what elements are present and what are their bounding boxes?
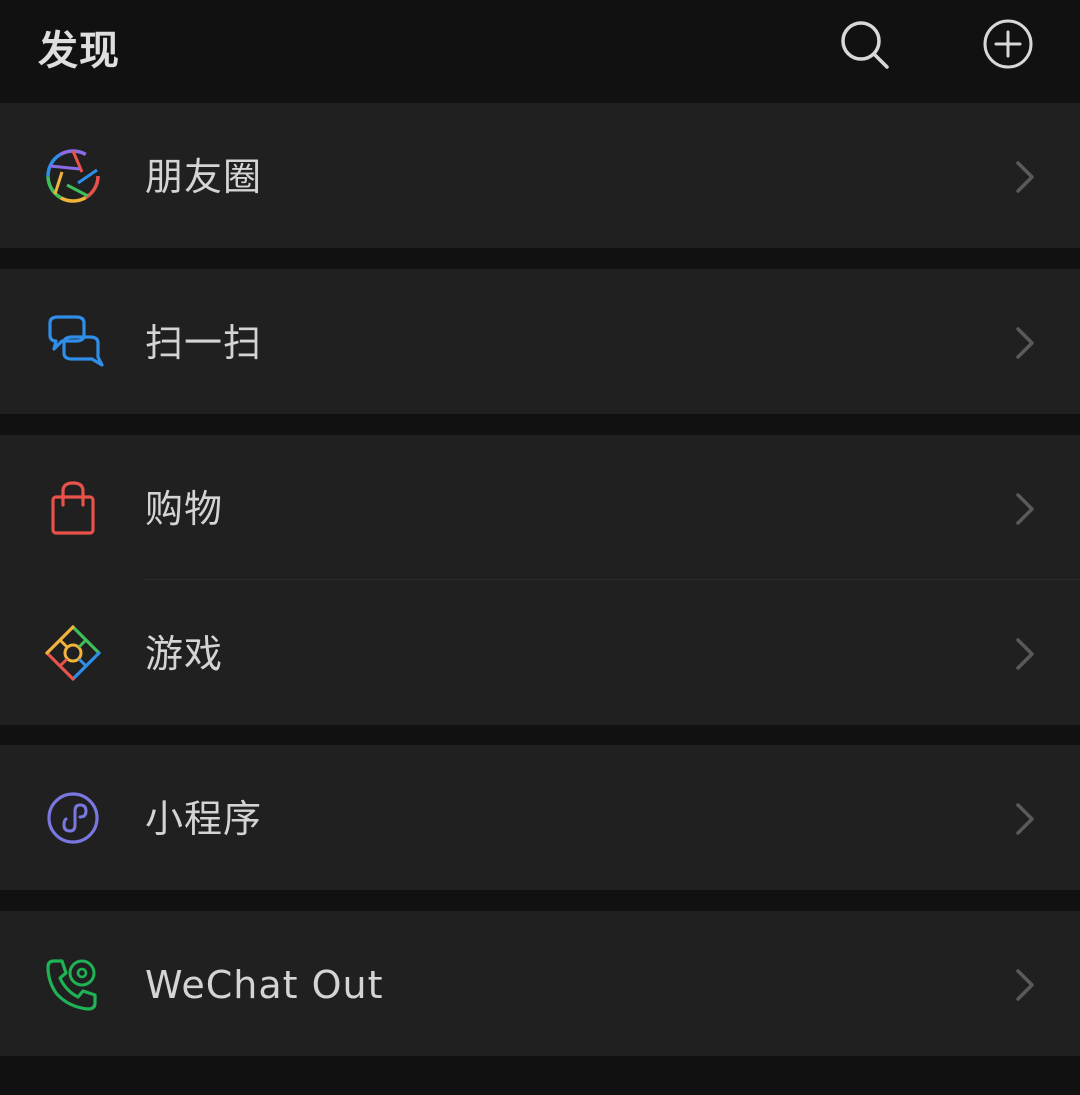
- menu-item-label: 游戏: [145, 632, 224, 676]
- chevron-right-icon: [1016, 493, 1034, 525]
- menu-item-shopping[interactable]: 购物: [0, 435, 1080, 580]
- chevron-right-icon: [1016, 327, 1034, 359]
- menu-item-label: 小程序: [145, 797, 263, 841]
- menu-item-label: 朋友圈: [145, 155, 263, 199]
- top-bar: 发现: [0, 0, 1080, 100]
- add-button[interactable]: [978, 14, 1038, 74]
- search-button[interactable]: [834, 14, 894, 74]
- menu-item-label: 购物: [145, 487, 224, 531]
- menu-item-mini-programs[interactable]: 小程序: [0, 745, 1080, 890]
- wechat-out-icon: [46, 959, 97, 1011]
- search-icon: [841, 21, 889, 69]
- chevron-right-icon: [1016, 969, 1034, 1001]
- chevron-right-icon: [1016, 638, 1034, 670]
- chevron-right-icon: [1016, 803, 1034, 835]
- menu-item-wechat-out[interactable]: WeChat Out: [0, 911, 1080, 1056]
- menu-item-label: 扫一扫: [145, 321, 263, 365]
- add-circle-icon: [983, 19, 1033, 69]
- menu-item-moments[interactable]: 朋友圈: [0, 103, 1080, 248]
- chevron-right-icon: [1016, 161, 1034, 193]
- menu-item-scan[interactable]: 扫一扫: [0, 269, 1080, 414]
- scan-icon: [48, 315, 104, 367]
- page-title: 发现: [38, 28, 120, 74]
- menu-item-games[interactable]: 游戏: [0, 580, 1080, 725]
- mini-programs-icon: [47, 792, 99, 844]
- games-icon: [45, 625, 101, 681]
- shopping-bag-icon: [51, 481, 95, 535]
- menu-item-label: WeChat Out: [145, 963, 384, 1007]
- moments-icon: [46, 149, 100, 203]
